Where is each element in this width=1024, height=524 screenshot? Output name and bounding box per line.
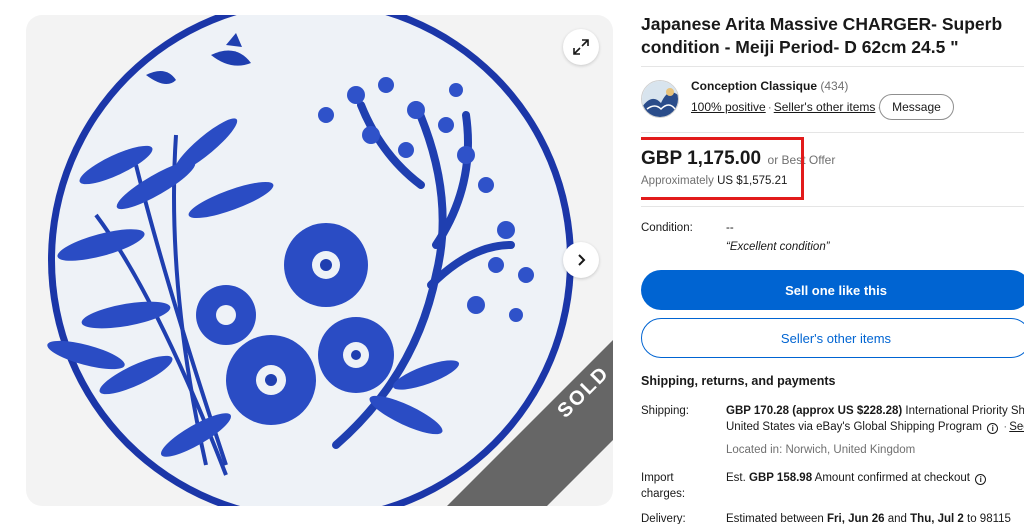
import-charges-value: Est. GBP 158.98 Amount confirmed at chec… (726, 470, 987, 486)
import-prefix: Est. (726, 472, 746, 484)
seller-links: 100% positive·Seller's other items· (691, 100, 883, 114)
shipping-value: GBP 170.28 (approx US $228.28) Internati… (726, 403, 1024, 419)
info-icon[interactable]: i (975, 474, 987, 485)
delivery-to: to 98115 (967, 513, 1011, 524)
seller-other-items-button[interactable]: Seller's other items (641, 318, 1024, 358)
seller-name-text[interactable]: Conception Classique (691, 79, 817, 93)
separator-dot: · (1003, 421, 1008, 433)
import-suffix: Amount confirmed at checkout (814, 472, 971, 484)
condition-value: -- (726, 222, 734, 234)
delivery-label: Delivery: (641, 513, 686, 524)
import-charges-label-1: Import (641, 472, 674, 484)
import-charges-label-2: charges: (641, 488, 686, 500)
shipping-program: United States via eBay's Global Shipping… (726, 421, 982, 433)
chevron-right-icon (578, 254, 586, 266)
delivery-prefix: Estimated between (726, 513, 824, 524)
condition-note: “Excellent condition” (726, 241, 830, 253)
divider (641, 132, 1024, 133)
seller-items-label: Seller's other items (780, 330, 892, 346)
seller-avatar[interactable] (641, 80, 679, 118)
import-amount: GBP 158.98 (749, 472, 813, 484)
delivery-and: and (887, 513, 907, 524)
item-location: Located in: Norwich, United Kingdom (726, 444, 916, 456)
seller-name[interactable]: Conception Classique (434) (691, 79, 848, 93)
sell-one-like-this-button[interactable]: Sell one like this (641, 270, 1024, 310)
expand-icon (573, 39, 589, 55)
seller-positive-link[interactable]: 100% positive (691, 100, 766, 114)
info-icon[interactable]: i (987, 423, 999, 434)
delivery-end: Thu, Jul 2 (910, 513, 964, 524)
message-button[interactable]: Message (879, 94, 954, 120)
listing-title: Japanese Arita Massive CHARGER- Superb c… (641, 14, 1003, 57)
sell-one-label: Sell one like this (785, 282, 887, 298)
shipping-service: International Priority Ship (905, 405, 1024, 417)
divider (641, 66, 1024, 67)
price-highlight-box (641, 137, 804, 200)
shipping-heading: Shipping, returns, and payments (641, 374, 836, 388)
condition-label: Condition: (641, 222, 693, 234)
separator-dot: · (767, 100, 772, 114)
product-image (47, 15, 613, 506)
see-details-link[interactable]: See (1009, 421, 1024, 433)
seller-other-items-link[interactable]: Seller's other items (774, 100, 876, 114)
shipping-label: Shipping: (641, 405, 689, 417)
next-image-button[interactable] (563, 242, 599, 278)
shipping-line2: United States via eBay's Global Shipping… (726, 419, 1024, 435)
seller-feedback-count: (434) (820, 79, 849, 93)
delivery-value: Estimated between Fri, Jun 26 and Thu, J… (726, 511, 1011, 524)
listing-details: Japanese Arita Massive CHARGER- Superb c… (641, 0, 1024, 524)
divider (641, 206, 1024, 207)
expand-image-button[interactable] (563, 29, 599, 65)
image-gallery[interactable]: SOLD (26, 15, 613, 506)
shipping-cost: GBP 170.28 (approx US $228.28) (726, 405, 903, 417)
delivery-start: Fri, Jun 26 (827, 513, 885, 524)
